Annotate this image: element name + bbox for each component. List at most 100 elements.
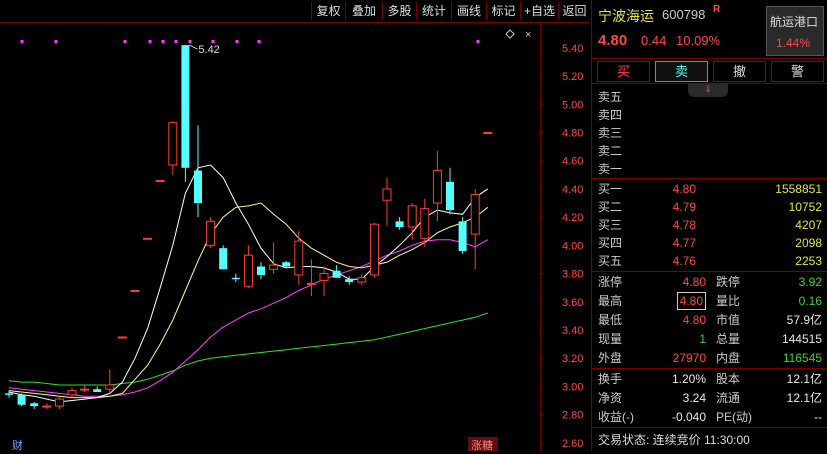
- event-marker-dot: [20, 40, 24, 43]
- order-level-row[interactable]: 卖一: [592, 160, 827, 178]
- quote-value: 144515: [781, 332, 822, 346]
- toolbar-button-7[interactable]: 返回: [558, 2, 590, 20]
- price-change-pct: 10.09%: [676, 33, 721, 48]
- candle-body: [117, 336, 127, 339]
- level-label: 买四: [598, 236, 623, 250]
- candle: [369, 222, 379, 278]
- candle: [306, 259, 316, 297]
- kline-chart[interactable]: 5.40 5.20 5.00 4.80 4.60 4.40 4.20 4.00 3.80 3.60…: [0, 23, 590, 452]
- candle-body: [231, 277, 240, 280]
- candle: [269, 242, 279, 274]
- candle-body: [206, 220, 216, 246]
- margin-flag: R: [713, 4, 721, 15]
- candle: [446, 167, 454, 215]
- cancel-button[interactable]: 撤: [713, 61, 766, 82]
- candle: [407, 203, 417, 240]
- candle-body: [17, 394, 26, 405]
- price-tick-label: 4.00: [562, 240, 583, 252]
- candle: [231, 273, 240, 283]
- quote-row: 最高 4.80 量比 0.16: [592, 292, 827, 310]
- order-level-row[interactable]: 卖三: [592, 124, 827, 142]
- candle-body: [382, 188, 392, 201]
- toolbar-button-1[interactable]: 叠加: [345, 2, 382, 20]
- level-label: 买五: [598, 254, 623, 268]
- candle: [332, 265, 341, 278]
- candle: [257, 262, 265, 280]
- toolbar-button-3[interactable]: 统计: [416, 2, 451, 20]
- quote-value: 1: [699, 332, 706, 346]
- sector-box[interactable]: 航运港口 1.44%: [766, 6, 824, 56]
- event-marker-dot: [235, 40, 239, 43]
- quote-label: 最高: [598, 294, 623, 308]
- candle-body: [319, 273, 329, 282]
- quote-label: 总量: [716, 332, 741, 346]
- candle-body: [345, 279, 354, 283]
- order-level-row[interactable]: 卖二: [592, 142, 827, 160]
- toolbar-button-5[interactable]: 标记: [486, 2, 520, 20]
- quote-value: 4.80: [676, 292, 706, 310]
- candle-body: [194, 170, 202, 204]
- price-tick-label: 3.00: [562, 381, 583, 393]
- order-level-row[interactable]: 买二 4.79 10752: [592, 198, 827, 216]
- stat-label: PE(动): [716, 410, 753, 424]
- candle: [319, 266, 329, 297]
- candle: [117, 336, 127, 339]
- candle-body: [446, 181, 454, 211]
- candle-body: [470, 194, 480, 235]
- candle-body: [257, 266, 265, 275]
- event-marker-dot: [476, 40, 480, 43]
- stat-value: 3.24: [682, 391, 706, 405]
- order-level-row[interactable]: 买五 4.76 2253: [592, 252, 827, 270]
- price-tick-label: 3.40: [562, 325, 583, 337]
- order-level-row[interactable]: 买四 4.77 2098: [592, 234, 827, 252]
- candle-body: [155, 179, 165, 182]
- candle-body: [243, 254, 253, 287]
- toolbar-button-2[interactable]: 多股: [382, 2, 416, 20]
- level-volume: 2098: [795, 236, 822, 250]
- candle: [105, 369, 115, 393]
- close-icon: ×: [525, 29, 531, 41]
- candle: [80, 384, 90, 393]
- fundamental-stats: 换手 1.20% 股本 12.1亿 净资 3.24 流通 12.1亿 收益(-) -0.040 PE…: [592, 370, 827, 426]
- stock-code: 600798: [662, 7, 706, 22]
- price-tick-label: 3.80: [562, 269, 583, 281]
- toolbar-button-0[interactable]: 复权: [311, 2, 345, 20]
- candle: [5, 390, 13, 398]
- kline-svg[interactable]: 5.40 5.20 5.00 4.80 4.60 4.40 4.20 4.00 3.80 3.60…: [0, 23, 590, 452]
- stock-name[interactable]: 宁波海运: [598, 6, 654, 26]
- candle-body: [168, 122, 178, 166]
- candle: [17, 393, 26, 407]
- order-level-row[interactable]: 卖四: [592, 106, 827, 124]
- candle-body: [332, 270, 341, 278]
- order-level-row[interactable]: 卖五: [592, 88, 827, 106]
- candle-body: [306, 282, 316, 285]
- quote-row: 外盘 27970 内盘 116545: [592, 349, 827, 367]
- candle: [483, 132, 493, 135]
- candle-body: [369, 223, 379, 276]
- price-tick-label: 2.60: [562, 438, 583, 450]
- candle-body: [294, 240, 304, 276]
- order-level-row[interactable]: 买一 4.80 1558851: [592, 180, 827, 198]
- level-label: 卖四: [598, 108, 623, 122]
- toolbar-button-6[interactable]: +自选: [520, 2, 558, 20]
- candle-body: [181, 45, 190, 168]
- price-tick-label: 4.40: [562, 184, 583, 196]
- toolbar-button-4[interactable]: 画线: [451, 2, 486, 20]
- order-level-row[interactable]: 买三 4.78 4207: [592, 216, 827, 234]
- alert-button[interactable]: 警: [771, 61, 824, 82]
- chart-toolbar: 复权 叠加 多股 统计 画线 标记 +自选 返回: [0, 0, 590, 23]
- stat-value: -0.040: [671, 410, 706, 424]
- diamond-icon: [505, 29, 515, 39]
- candle: [420, 198, 430, 247]
- candle: [382, 177, 392, 226]
- candle: [54, 396, 64, 409]
- candle-body: [269, 264, 279, 270]
- sell-button[interactable]: 卖: [655, 61, 708, 82]
- event-marker-dot: [211, 40, 215, 43]
- price-tick-label: 5.40: [562, 43, 583, 55]
- candle: [155, 179, 165, 182]
- quote-value: 4.80: [682, 275, 706, 289]
- candle-body: [483, 132, 493, 135]
- buy-button[interactable]: 买: [597, 61, 650, 82]
- candle-body: [30, 403, 39, 407]
